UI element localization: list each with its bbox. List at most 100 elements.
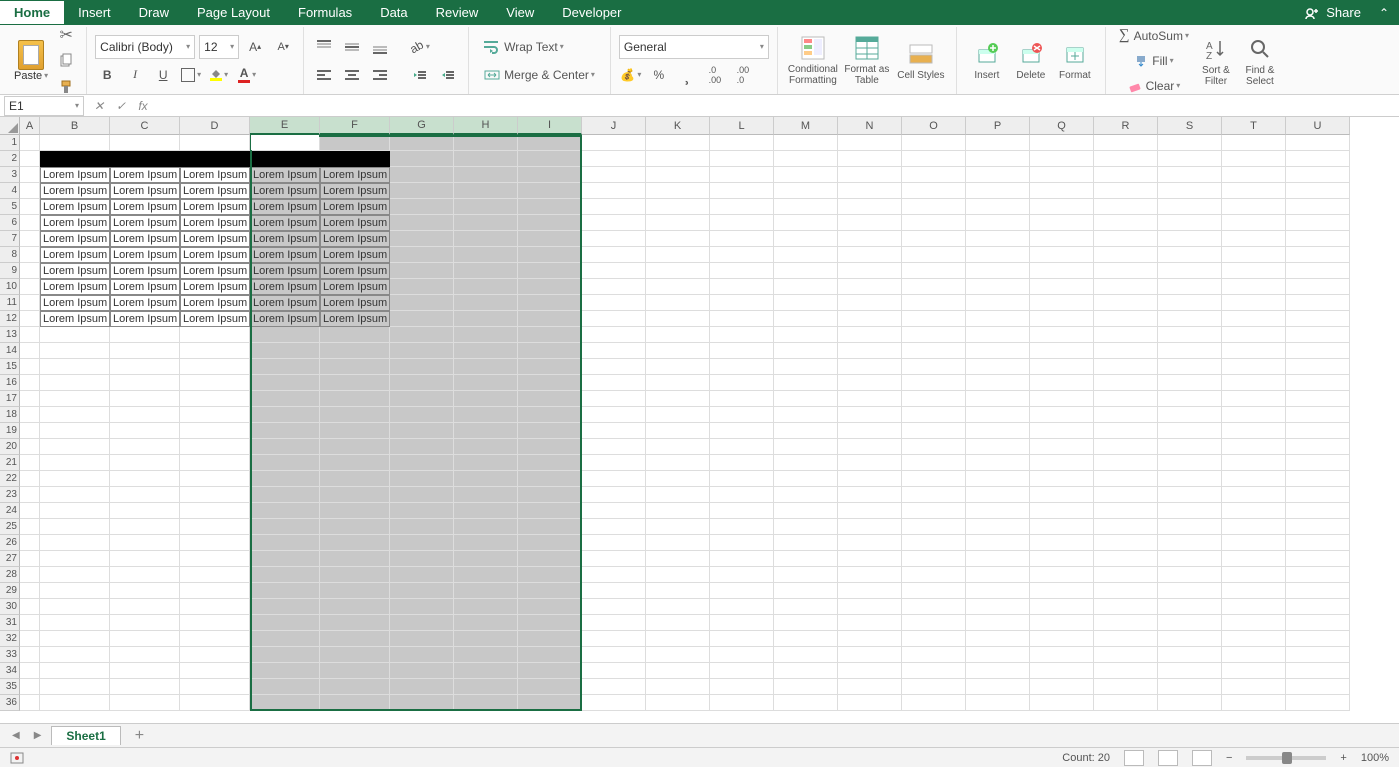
cell-J6[interactable] xyxy=(582,215,646,231)
cell-U22[interactable] xyxy=(1286,471,1350,487)
cell-T9[interactable] xyxy=(1222,263,1286,279)
row-header-33[interactable]: 33 xyxy=(0,647,20,663)
cell-G11[interactable] xyxy=(390,295,454,311)
sheet-nav-prev[interactable]: ◀ xyxy=(8,730,24,741)
cell-R10[interactable] xyxy=(1094,279,1158,295)
cell-D9[interactable]: Lorem Ipsum xyxy=(180,263,250,279)
cell-A23[interactable] xyxy=(20,487,40,503)
cell-G17[interactable] xyxy=(390,391,454,407)
cell-S11[interactable] xyxy=(1158,295,1222,311)
cell-Q15[interactable] xyxy=(1030,359,1094,375)
cell-S7[interactable] xyxy=(1158,231,1222,247)
cell-N31[interactable] xyxy=(838,615,902,631)
cell-B25[interactable] xyxy=(40,519,110,535)
cell-F15[interactable] xyxy=(320,359,390,375)
cell-R32[interactable] xyxy=(1094,631,1158,647)
row-header-15[interactable]: 15 xyxy=(0,359,20,375)
fx-button[interactable]: fx xyxy=(132,96,154,116)
cell-J26[interactable] xyxy=(582,535,646,551)
cell-E6[interactable]: Lorem Ipsum xyxy=(250,215,320,231)
cell-F21[interactable] xyxy=(320,455,390,471)
cell-O30[interactable] xyxy=(902,599,966,615)
cell-N15[interactable] xyxy=(838,359,902,375)
cell-I30[interactable] xyxy=(518,599,582,615)
cell-R5[interactable] xyxy=(1094,199,1158,215)
cell-D29[interactable] xyxy=(180,583,250,599)
cell-A35[interactable] xyxy=(20,679,40,695)
cell-N32[interactable] xyxy=(838,631,902,647)
cell-J10[interactable] xyxy=(582,279,646,295)
cell-U34[interactable] xyxy=(1286,663,1350,679)
cell-T30[interactable] xyxy=(1222,599,1286,615)
cell-C24[interactable] xyxy=(110,503,180,519)
row-header-30[interactable]: 30 xyxy=(0,599,20,615)
cell-B19[interactable] xyxy=(40,423,110,439)
row-header-10[interactable]: 10 xyxy=(0,279,20,295)
cell-S8[interactable] xyxy=(1158,247,1222,263)
cell-I8[interactable] xyxy=(518,247,582,263)
cell-H17[interactable] xyxy=(454,391,518,407)
cell-G31[interactable] xyxy=(390,615,454,631)
cell-N17[interactable] xyxy=(838,391,902,407)
cell-E28[interactable] xyxy=(250,567,320,583)
cell-L16[interactable] xyxy=(710,375,774,391)
cell-U17[interactable] xyxy=(1286,391,1350,407)
cell-K11[interactable] xyxy=(646,295,710,311)
cell-F7[interactable]: Lorem Ipsum xyxy=(320,231,390,247)
cell-Q7[interactable] xyxy=(1030,231,1094,247)
cell-C10[interactable]: Lorem Ipsum xyxy=(110,279,180,295)
cell-L10[interactable] xyxy=(710,279,774,295)
font-size-select[interactable]: 12 xyxy=(199,35,239,59)
cell-R4[interactable] xyxy=(1094,183,1158,199)
cell-P20[interactable] xyxy=(966,439,1030,455)
row-header-2[interactable]: 2 xyxy=(0,151,20,167)
cell-I9[interactable] xyxy=(518,263,582,279)
cell-P15[interactable] xyxy=(966,359,1030,375)
cell-U1[interactable] xyxy=(1286,135,1350,151)
cell-O25[interactable] xyxy=(902,519,966,535)
cell-O11[interactable] xyxy=(902,295,966,311)
cell-I15[interactable] xyxy=(518,359,582,375)
cell-J4[interactable] xyxy=(582,183,646,199)
cell-T7[interactable] xyxy=(1222,231,1286,247)
decrease-indent-button[interactable] xyxy=(408,63,432,87)
cell-Q21[interactable] xyxy=(1030,455,1094,471)
cell-L24[interactable] xyxy=(710,503,774,519)
cell-H35[interactable] xyxy=(454,679,518,695)
cell-Q9[interactable] xyxy=(1030,263,1094,279)
cell-L6[interactable] xyxy=(710,215,774,231)
cell-H28[interactable] xyxy=(454,567,518,583)
cell-U33[interactable] xyxy=(1286,647,1350,663)
borders-button[interactable] xyxy=(179,63,203,87)
increase-indent-button[interactable] xyxy=(436,63,460,87)
autosum-button[interactable]: ∑ AutoSum xyxy=(1114,24,1194,48)
cell-S13[interactable] xyxy=(1158,327,1222,343)
cell-A6[interactable] xyxy=(20,215,40,231)
sheet-tab-sheet1[interactable]: Sheet1 xyxy=(51,726,120,745)
cell-Q27[interactable] xyxy=(1030,551,1094,567)
cell-N25[interactable] xyxy=(838,519,902,535)
cell-G9[interactable] xyxy=(390,263,454,279)
tab-developer[interactable]: Developer xyxy=(548,1,635,24)
cell-A16[interactable] xyxy=(20,375,40,391)
cell-H36[interactable] xyxy=(454,695,518,711)
row-header-26[interactable]: 26 xyxy=(0,535,20,551)
cell-P4[interactable] xyxy=(966,183,1030,199)
delete-button[interactable]: Delete xyxy=(1009,29,1053,91)
cell-T8[interactable] xyxy=(1222,247,1286,263)
cell-C30[interactable] xyxy=(110,599,180,615)
cell-L23[interactable] xyxy=(710,487,774,503)
cell-D10[interactable]: Lorem Ipsum xyxy=(180,279,250,295)
cell-S25[interactable] xyxy=(1158,519,1222,535)
cell-I7[interactable] xyxy=(518,231,582,247)
cell-F29[interactable] xyxy=(320,583,390,599)
cell-O1[interactable] xyxy=(902,135,966,151)
cell-B34[interactable] xyxy=(40,663,110,679)
format-as-table-button[interactable]: Format as Table xyxy=(840,29,894,91)
cell-G28[interactable] xyxy=(390,567,454,583)
cell-S34[interactable] xyxy=(1158,663,1222,679)
cell-M30[interactable] xyxy=(774,599,838,615)
cell-D14[interactable] xyxy=(180,343,250,359)
cell-C16[interactable] xyxy=(110,375,180,391)
cell-P25[interactable] xyxy=(966,519,1030,535)
